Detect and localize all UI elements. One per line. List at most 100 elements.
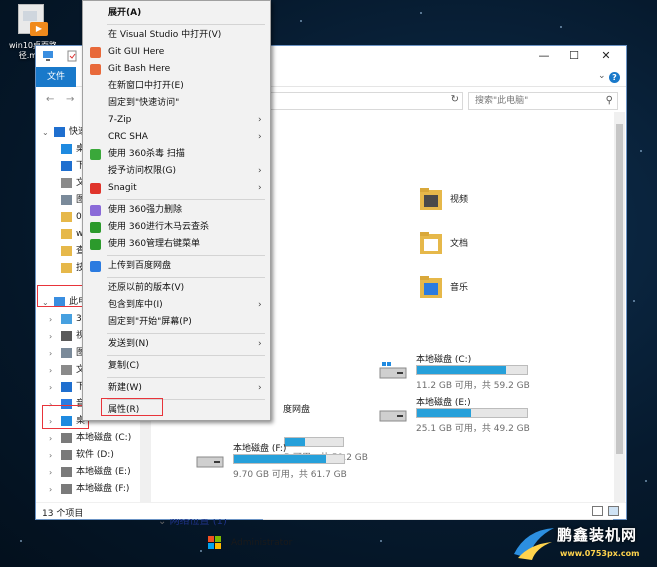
menu-item[interactable]: 使用 360进行木马云查杀 <box>83 219 270 236</box>
menu-item-label: Git GUI Here <box>108 47 165 57</box>
submenu-arrow-icon: › <box>258 300 262 310</box>
download-icon <box>61 382 72 392</box>
menu-item-label: 使用 360杀毒 扫描 <box>108 149 185 159</box>
tab-file[interactable]: 文件 <box>36 67 76 87</box>
search-placeholder: 搜索"此电脑" <box>475 96 529 106</box>
content-scrollbar[interactable] <box>614 112 625 504</box>
drive-icon <box>61 450 72 460</box>
menu-item[interactable]: 还原以前的版本(V) <box>83 280 270 297</box>
group-divider <box>263 519 613 520</box>
ribbon-expand-icon[interactable]: ⌄ <box>598 71 606 81</box>
menu-item-label: 在新窗口中打开(E) <box>108 81 184 91</box>
nav-item-label: 本地磁盘 (C:) <box>76 433 132 443</box>
menu-item[interactable]: Snagit › <box>83 180 270 197</box>
drive-free-space: 9.70 GB 可用，共 61.7 GB <box>233 470 347 480</box>
details-view-icon[interactable] <box>592 506 603 516</box>
menu-item[interactable]: 固定到"快速访问" <box>83 95 270 112</box>
large-icons-view-icon[interactable] <box>608 506 619 516</box>
collapse-caret-icon[interactable]: › <box>49 311 52 328</box>
highlight-this-pc <box>37 285 86 307</box>
submenu-arrow-icon: › <box>258 132 262 142</box>
drive-icon <box>379 405 407 423</box>
windows-logo-icon <box>208 536 221 549</box>
nav-item-label: 本地磁盘 (F:) <box>76 484 130 494</box>
menu-separator <box>107 199 265 200</box>
collapse-caret-icon[interactable]: › <box>49 430 52 447</box>
video-folder-icon <box>420 186 442 212</box>
folder-label: 视频 <box>450 195 469 205</box>
folder-label: 音乐 <box>450 283 469 293</box>
nav-item[interactable]: › 本地磁盘 (C:) <box>36 430 151 447</box>
watermark-url: www.0753px.com <box>560 549 640 558</box>
collapse-caret-icon[interactable]: › <box>49 447 52 464</box>
folder-label: 文档 <box>450 239 469 249</box>
collapse-caret-icon[interactable]: › <box>49 362 52 379</box>
menu-item[interactable]: 授予访问权限(G) › <box>83 163 270 180</box>
menu-separator <box>107 255 265 256</box>
menu-item-label: 使用 360进行木马云查杀 <box>108 222 210 232</box>
nav-item[interactable]: › 本地磁盘 (E:) <box>36 464 151 481</box>
collapse-caret-icon[interactable]: › <box>49 464 52 481</box>
menu-item-label: 展开(A) <box>108 8 142 18</box>
drive-icon <box>61 433 72 443</box>
menu-item-label: 包含到库中(I) <box>108 300 163 310</box>
address-bar[interactable]: ↻ <box>268 92 463 110</box>
menu-item[interactable]: 包含到库中(I) › <box>83 297 270 314</box>
maximize-button[interactable]: ☐ <box>560 48 588 64</box>
menu-item[interactable]: Git GUI Here <box>83 44 270 61</box>
forward-arrow-icon[interactable]: → <box>66 94 74 105</box>
drive-usage-bar <box>416 365 528 375</box>
menu-item-label: 7-Zip <box>108 115 132 125</box>
menu-separator <box>107 377 265 378</box>
menu-item-label: 上传到百度网盘 <box>108 261 172 271</box>
menu-item-label: 固定到"快速访问" <box>108 98 180 108</box>
menu-item[interactable]: 使用 360强力删除 <box>83 202 270 219</box>
back-arrow-icon[interactable]: ← <box>46 94 54 105</box>
menu-item[interactable]: Git Bash Here <box>83 61 270 78</box>
menu-item[interactable]: 固定到"开始"屏幕(P) <box>83 314 270 331</box>
menu-item-label: 固定到"开始"屏幕(P) <box>108 317 192 327</box>
properties-icon[interactable] <box>66 50 78 62</box>
menu-item[interactable]: 使用 360杀毒 扫描 <box>83 146 270 163</box>
menu-item[interactable]: 在 Visual Studio 中打开(V) <box>83 27 270 44</box>
menu-item-label: 使用 360强力删除 <box>108 205 183 215</box>
item-count: 13 个项目 <box>42 509 84 519</box>
video-icon <box>61 331 72 341</box>
folder-icon <box>61 212 72 222</box>
nav-item[interactable]: › 软件 (D:) <box>36 447 151 464</box>
menu-item[interactable]: 展开(A) <box>83 5 270 22</box>
collapse-caret-icon[interactable]: › <box>49 379 52 396</box>
submenu-arrow-icon: › <box>258 339 262 349</box>
submenu-arrow-icon: › <box>258 166 262 176</box>
menu-item[interactable]: 发送到(N) › <box>83 336 270 353</box>
menu-item[interactable]: CRC SHA › <box>83 129 270 146</box>
collapse-caret-icon[interactable]: › <box>49 481 52 498</box>
drive-icon <box>61 467 72 477</box>
menu-item[interactable]: 在新窗口中打开(E) <box>83 78 270 95</box>
content-scroll-thumb[interactable] <box>616 124 623 454</box>
menu-item[interactable]: 新建(W) › <box>83 380 270 397</box>
expand-caret-icon[interactable]: ⌄ <box>42 124 49 141</box>
drive-icon <box>61 484 72 494</box>
search-input[interactable]: 搜索"此电脑" ⚲ <box>468 92 618 110</box>
trojan-360-icon <box>90 222 101 233</box>
menu-item[interactable]: 上传到百度网盘 <box>83 258 270 275</box>
folder-icon <box>61 263 72 273</box>
menu-360-icon <box>90 239 101 250</box>
menu-item[interactable]: 复制(C) <box>83 358 270 375</box>
collapse-caret-icon[interactable]: › <box>49 328 52 345</box>
help-icon[interactable]: ? <box>609 72 620 83</box>
menu-item-label: 发送到(N) <box>108 339 149 349</box>
collapse-caret-icon[interactable]: › <box>49 345 52 362</box>
nav-item[interactable]: › 本地磁盘 (F:) <box>36 481 151 498</box>
menu-item[interactable]: 7-Zip › <box>83 112 270 129</box>
close-button[interactable]: ✕ <box>592 48 620 64</box>
refresh-icon[interactable]: ↻ <box>451 94 459 105</box>
partial-drive-label: 度网盘 <box>283 405 311 415</box>
menu-item-label: 还原以前的版本(V) <box>108 283 185 293</box>
menu-item-label: 新建(W) <box>108 383 142 393</box>
watermark-logo-icon <box>514 528 554 560</box>
menu-separator <box>107 24 265 25</box>
menu-item[interactable]: 使用 360管理右键菜单 <box>83 236 270 253</box>
minimize-button[interactable]: — <box>530 48 558 64</box>
